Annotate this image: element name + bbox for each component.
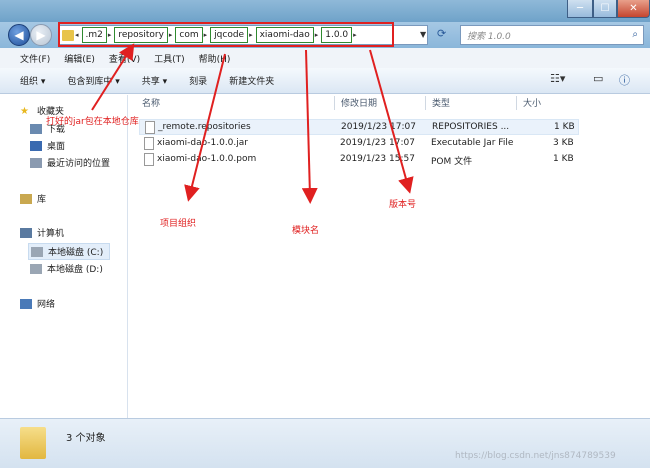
maximize-button[interactable]: ☐ (593, 0, 617, 18)
title-bar (0, 0, 650, 22)
menu-help[interactable]: 帮助(H) (199, 52, 231, 65)
chevron-right-icon[interactable]: ▸ (353, 31, 357, 39)
drive-icon (30, 263, 42, 274)
star-icon: ★ (20, 105, 29, 117)
file-icon (144, 153, 154, 166)
refresh-icon[interactable]: ⟳ (437, 27, 451, 43)
forward-button[interactable]: ▶ (30, 24, 52, 46)
menu-view[interactable]: 查看(V) (109, 52, 140, 65)
menu-bar: 文件(F) 编辑(E) 查看(V) 工具(T) 帮助(H) (0, 48, 650, 68)
search-icon[interactable]: ⌕ (632, 29, 638, 40)
menu-edit[interactable]: 编辑(E) (64, 52, 95, 65)
library-icon (20, 193, 32, 204)
annotation-local-repo: 打好的jar包在本地仓库 (46, 117, 139, 127)
column-date[interactable]: 修改日期 (341, 96, 377, 109)
nav-computer[interactable]: 计算机 (20, 226, 64, 239)
breadcrumb-version[interactable]: 1.0.0 (321, 27, 353, 43)
back-arrow-icon: ◀ (14, 28, 24, 42)
nav-drive-d[interactable]: 本地磁盘 (D:) (30, 262, 103, 275)
drive-icon (31, 246, 43, 257)
menu-tools[interactable]: 工具(T) (154, 52, 185, 65)
chevron-right-icon: ◂ (75, 31, 79, 39)
annotation-version: 版本号 (389, 200, 417, 210)
search-input[interactable]: 搜索 1.0.0 ⌕ (460, 25, 644, 45)
folder-icon (62, 29, 74, 41)
maximize-icon: ☐ (600, 3, 610, 14)
file-row[interactable]: xiaomi-dao-1.0.0.pom 2019/1/23 15:57 POM… (139, 152, 579, 168)
watermark: https://blog.csdn.net/jns874789539 (455, 451, 616, 461)
column-divider[interactable] (516, 96, 517, 110)
chevron-right-icon[interactable]: ▸ (169, 31, 173, 39)
breadcrumb-xiaomi-dao[interactable]: xiaomi-dao (255, 27, 314, 43)
breadcrumb-repository[interactable]: repository (114, 27, 168, 43)
nav-drive-c[interactable]: 本地磁盘 (C:) (28, 243, 111, 260)
column-type[interactable]: 类型 (432, 96, 450, 109)
annotation-group: 项目组织 (160, 219, 197, 229)
status-bar: 3 个对象 https://blog.csdn.net/jns874789539 (0, 418, 650, 468)
organize-button[interactable]: 组织 ▾ (20, 74, 45, 87)
column-divider[interactable] (334, 96, 335, 110)
address-dropdown-icon[interactable]: ▼ (420, 30, 426, 39)
recent-places-icon (30, 157, 42, 168)
annotation-module: 模块名 (292, 226, 320, 236)
file-icon (145, 121, 155, 134)
navigation-bar: ◀ ▶ ◂ .m2 ▸ repository ▸ com ▸ jqcode ▸ … (0, 22, 650, 48)
nav-desktop[interactable]: 桌面 (30, 139, 65, 152)
breadcrumb-jqcode[interactable]: jqcode (210, 27, 249, 43)
close-button[interactable]: ✕ (617, 0, 650, 18)
nav-recent[interactable]: 最近访问的位置 (30, 156, 110, 169)
preview-pane-icon[interactable]: ▭ (593, 72, 603, 85)
nav-network[interactable]: 网络 (20, 297, 55, 310)
file-row[interactable]: _remote.repositories 2019/1/23 17:07 REP… (139, 119, 579, 135)
desktop-icon (30, 140, 42, 151)
computer-icon (20, 227, 32, 238)
item-count: 3 个对象 (66, 433, 106, 444)
view-options-icon[interactable]: ☷▾ (550, 72, 565, 85)
new-folder-button[interactable]: 新建文件夹 (229, 74, 274, 87)
close-icon: ✕ (629, 3, 638, 14)
chevron-right-icon[interactable]: ▸ (249, 31, 253, 39)
download-folder-icon (30, 123, 42, 134)
command-toolbar: 组织 ▾ 包含到库中 ▾ 共享 ▾ 刻录 新建文件夹 ☷▾ ▭ ⓘ (0, 68, 650, 94)
minimize-button[interactable]: ─ (567, 0, 593, 18)
network-icon (20, 298, 32, 309)
column-divider[interactable] (425, 96, 426, 110)
chevron-right-icon[interactable]: ▸ (315, 31, 319, 39)
back-button[interactable]: ◀ (8, 24, 30, 46)
jar-file-icon (144, 137, 154, 150)
share-button[interactable]: 共享 ▾ (142, 74, 167, 87)
include-in-library-button[interactable]: 包含到库中 ▾ (67, 74, 119, 87)
burn-button[interactable]: 刻录 (189, 74, 207, 87)
folder-icon (20, 427, 46, 459)
menu-file[interactable]: 文件(F) (20, 52, 50, 65)
file-row[interactable]: xiaomi-dao-1.0.0.jar 2019/1/23 17:07 Exe… (139, 136, 579, 152)
column-name[interactable]: 名称 (142, 96, 160, 109)
forward-arrow-icon: ▶ (36, 28, 46, 42)
column-size[interactable]: 大小 (523, 96, 541, 109)
help-icon[interactable]: ⓘ (619, 72, 630, 88)
chevron-right-icon[interactable]: ▸ (204, 31, 208, 39)
address-bar[interactable]: ◂ .m2 ▸ repository ▸ com ▸ jqcode ▸ xiao… (58, 25, 428, 45)
breadcrumb-m2[interactable]: .m2 (81, 27, 107, 43)
nav-library[interactable]: 库 (20, 192, 46, 205)
breadcrumb-com[interactable]: com (175, 27, 203, 43)
chevron-right-icon[interactable]: ▸ (108, 31, 112, 39)
minimize-icon: ─ (576, 3, 584, 14)
